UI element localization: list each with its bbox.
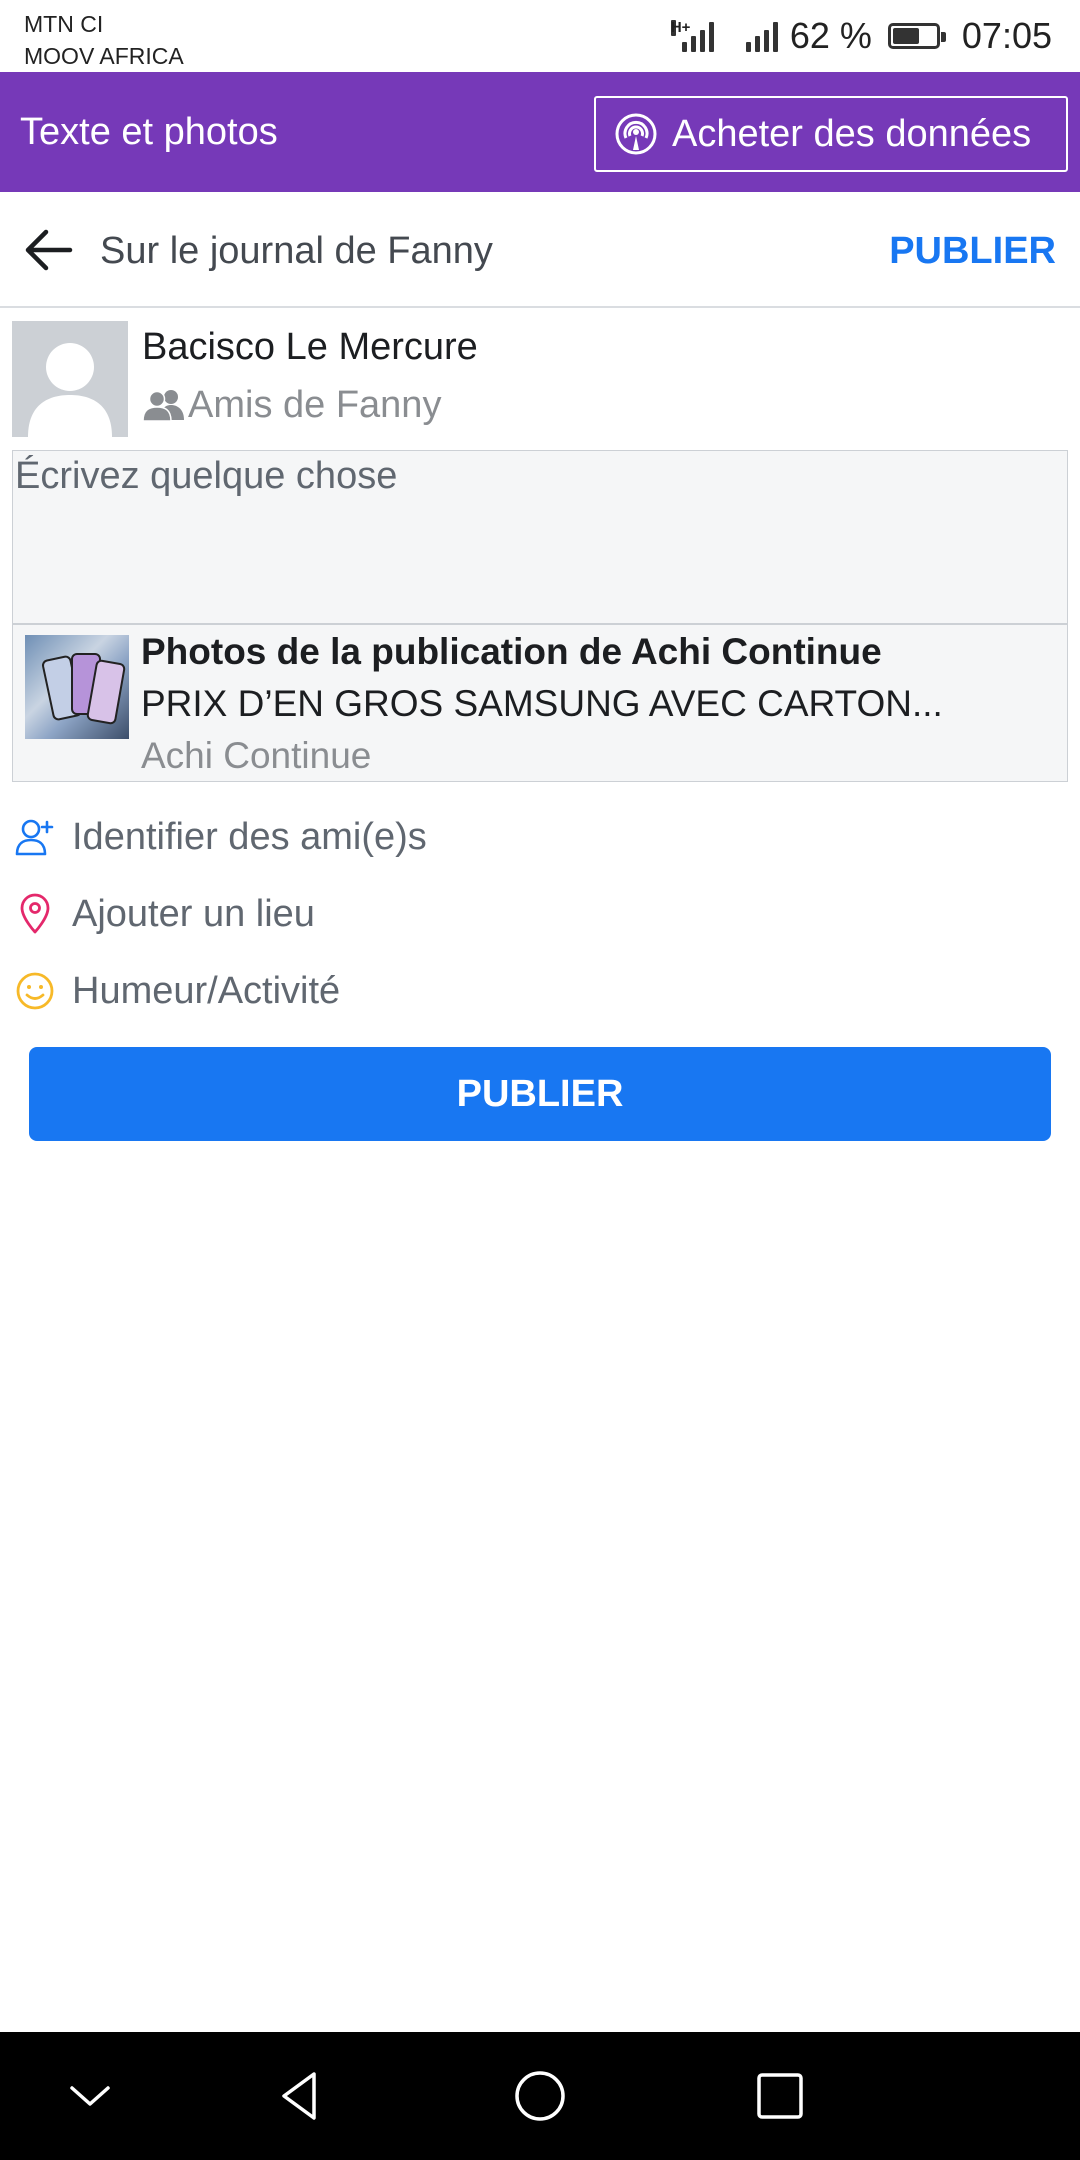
add-location-option[interactable]: Ajouter un lieu bbox=[0, 882, 1080, 946]
shared-post-title: Photos de la publication de Achi Continu… bbox=[141, 631, 882, 672]
composer-header: Sur le journal de Fanny PUBLIER bbox=[0, 192, 1080, 308]
tag-friends-label: Identifier des ami(e)s bbox=[72, 816, 427, 858]
shared-post-description: PRIX D’EN GROS SAMSUNG AVEC CARTON... bbox=[141, 683, 943, 724]
feeling-activity-label: Humeur/Activité bbox=[72, 970, 341, 1012]
audience-label: Amis de Fanny bbox=[188, 384, 442, 426]
smiley-icon bbox=[16, 972, 54, 1010]
shared-post-card[interactable]: Photos de la publication de Achi Continu… bbox=[12, 624, 1068, 782]
battery-icon bbox=[887, 23, 946, 49]
carrier-1: MTN CI bbox=[24, 11, 104, 37]
tag-friends-option[interactable]: Identifier des ami(e)s bbox=[0, 805, 1080, 869]
data-promo-bar: Texte et photos Acheter des données bbox=[0, 72, 1080, 192]
add-location-label: Ajouter un lieu bbox=[72, 893, 315, 935]
shared-post-source: Achi Continue bbox=[141, 735, 372, 776]
back-arrow-icon[interactable] bbox=[20, 226, 76, 274]
battery-fill bbox=[892, 28, 919, 44]
location-pin-icon bbox=[20, 893, 50, 934]
data-bar-title: Texte et photos bbox=[20, 111, 278, 153]
publish-button[interactable]: PUBLIER bbox=[29, 1047, 1051, 1141]
feeling-activity-option[interactable]: Humeur/Activité bbox=[0, 959, 1080, 1023]
default-avatar-icon bbox=[12, 321, 128, 437]
shared-post-thumbnail bbox=[25, 635, 129, 739]
author-name: Bacisco Le Mercure bbox=[142, 326, 478, 368]
chevron-down-icon[interactable] bbox=[60, 2066, 120, 2126]
post-text-input[interactable] bbox=[13, 451, 1067, 623]
add-person-icon bbox=[15, 819, 54, 856]
home-circle-icon[interactable] bbox=[510, 2066, 570, 2126]
carrier-names: MTN CI MOOV AFRICA bbox=[24, 8, 184, 72]
page-title: Sur le journal de Fanny bbox=[100, 230, 493, 272]
system-nav-bar bbox=[0, 2032, 1080, 2160]
battery-percent: 62 % bbox=[789, 15, 872, 56]
clock: 07:05 bbox=[961, 15, 1052, 56]
status-bar: MTN CI MOOV AFRICA H+ 62 % 07:05 bbox=[0, 0, 1080, 72]
broadcast-icon bbox=[615, 113, 657, 155]
friends-icon bbox=[142, 390, 184, 422]
post-composer[interactable] bbox=[12, 450, 1068, 624]
carrier-2: MOOV AFRICA bbox=[24, 43, 184, 69]
status-indicators: H+ 62 % 07:05 bbox=[670, 12, 1052, 60]
avatar[interactable] bbox=[12, 321, 128, 437]
signal-strength-icon bbox=[745, 20, 778, 52]
signal-strength-icon: H+ bbox=[670, 19, 714, 52]
header-publish-button[interactable]: PUBLIER bbox=[889, 228, 1056, 274]
recent-apps-icon[interactable] bbox=[750, 2066, 810, 2126]
buy-data-label: Acheter des données bbox=[672, 112, 1032, 155]
audience-selector[interactable]: Amis de Fanny bbox=[142, 382, 441, 428]
network-type-label: H+ bbox=[670, 19, 691, 36]
buy-data-button[interactable]: Acheter des données bbox=[594, 96, 1068, 172]
back-triangle-icon[interactable] bbox=[270, 2066, 330, 2126]
